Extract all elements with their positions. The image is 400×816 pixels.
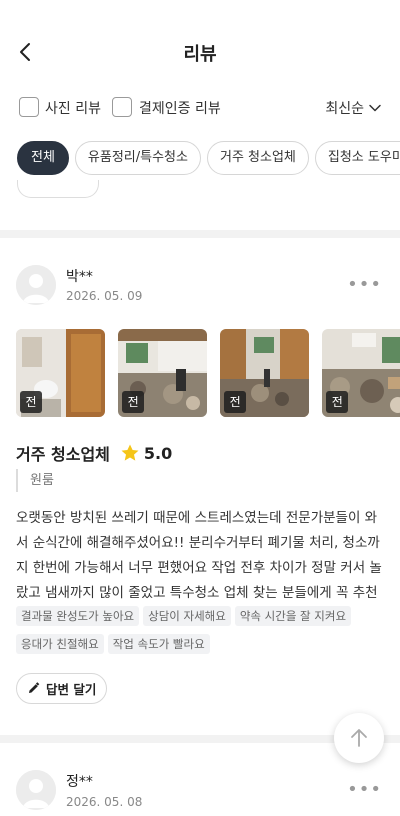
chip-house-helper[interactable]: 집청소 도우미	[314, 141, 400, 175]
service-option: 원룸	[16, 469, 54, 492]
keyword-tag: 결과물 완성도가 높아요	[16, 606, 140, 626]
page-title: 리뷰	[183, 44, 217, 65]
keyword-tag: 응대가 친절해요	[16, 634, 104, 654]
rating-value: 5.0	[143, 443, 173, 463]
category-chips: 전체 유품정리/특수청소 거주 청소업체 집청소 도우미	[17, 141, 400, 175]
review-photo[interactable]: 전	[118, 329, 208, 417]
previous-reply-button-edge	[17, 180, 99, 198]
pencil-icon	[29, 682, 40, 693]
before-badge: 전	[122, 391, 145, 413]
avatar	[16, 265, 56, 305]
arrow-up-icon	[351, 729, 367, 747]
chip-residential-cleaning[interactable]: 거주 청소업체	[206, 141, 309, 175]
review-date: 2026. 05. 08	[66, 795, 143, 809]
chevron-down-icon	[369, 104, 381, 112]
avatar	[16, 770, 56, 810]
sort-dropdown[interactable]: 최신순	[325, 98, 382, 118]
more-options-icon[interactable]: •••	[347, 274, 382, 295]
verified-review-label[interactable]: 결제인증 리뷰	[139, 98, 221, 118]
review-photo[interactable]: 전	[322, 329, 400, 417]
header: 리뷰	[0, 0, 400, 100]
user-placeholder-icon	[16, 770, 56, 810]
review-photos: 전 전 전 전	[16, 329, 400, 417]
review-date: 2026. 05. 09	[66, 289, 143, 303]
section-divider	[0, 230, 400, 238]
review-photo[interactable]: 전	[220, 329, 310, 417]
reply-button[interactable]: 답변 달기	[16, 673, 108, 704]
reply-label: 답변 달기	[46, 682, 97, 697]
reviewer-name: 정**	[66, 774, 93, 790]
reviewer-name: 박**	[66, 269, 93, 285]
keyword-tag: 약속 시간을 잘 지켜요	[234, 606, 352, 626]
photo-review-label[interactable]: 사진 리뷰	[45, 98, 101, 118]
before-badge: 전	[224, 391, 247, 413]
keyword-tag: 상담이 자세해요	[143, 606, 231, 626]
verified-review-checkbox[interactable]	[112, 97, 132, 117]
keyword-tags: 결과물 완성도가 높아요 상담이 자세해요 약속 시간을 잘 지켜요응대가 친절해요…	[16, 605, 388, 661]
sort-label: 최신순	[325, 101, 364, 117]
more-options-icon[interactable]: •••	[347, 779, 382, 800]
chip-estate-cleanup[interactable]: 유품정리/특수청소	[74, 141, 201, 175]
chip-all[interactable]: 전체	[17, 141, 69, 175]
service-title-row: 거주 청소업체 5.0	[16, 441, 172, 465]
review-photo[interactable]: 전	[16, 329, 105, 417]
before-badge: 전	[326, 391, 349, 413]
filter-bar: 사진 리뷰 결제인증 리뷰 최신순	[0, 96, 400, 124]
star-icon	[121, 444, 139, 461]
before-badge: 전	[20, 391, 42, 413]
keyword-tag: 작업 속도가 빨라요	[107, 634, 210, 654]
scroll-to-top-button[interactable]	[334, 713, 384, 763]
service-name: 거주 청소업체	[16, 445, 110, 464]
photo-review-checkbox[interactable]	[19, 97, 39, 117]
user-placeholder-icon	[16, 265, 56, 305]
